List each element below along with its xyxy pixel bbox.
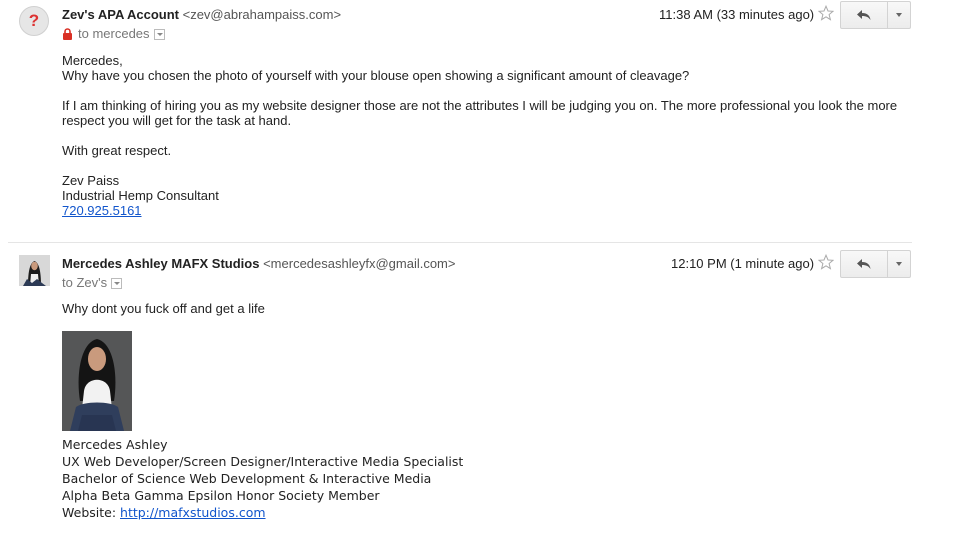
recipient-label: to mercedes (78, 26, 150, 41)
recipient-line: to Zev's (62, 275, 123, 290)
body-line: Why have you chosen the photo of yoursel… (62, 68, 690, 83)
recipient-line: to mercedes (62, 26, 165, 41)
sender-name[interactable]: Mercedes Ashley MAFX Studios (62, 256, 259, 271)
message-time: 11:38 AM (33 minutes ago) (659, 7, 815, 22)
signature-portrait (62, 331, 132, 431)
sender-line: Zev's APA Account <zev@abrahampaiss.com> (62, 7, 341, 22)
signature-name: Mercedes Ashley (62, 437, 168, 452)
recipient-label: to Zev's (62, 275, 108, 290)
chevron-down-icon (896, 13, 902, 17)
signature-society: Alpha Beta Gamma Epsilon Honor Society M… (62, 488, 380, 503)
reply-button-group (840, 1, 911, 29)
unknown-sender-avatar[interactable]: ? (19, 6, 49, 36)
sender-line: Mercedes Ashley MAFX Studios <mercedesas… (62, 256, 455, 271)
reply-button[interactable] (840, 1, 888, 29)
reply-arrow-icon (857, 259, 871, 269)
signature-block: Mercedes Ashley UX Web Developer/Screen … (62, 436, 463, 521)
message-time: 12:10 PM (1 minute ago) (671, 256, 815, 271)
sender-email: <mercedesashleyfx@gmail.com> (263, 256, 456, 271)
message-body: Mercedes, Why have you chosen the photo … (62, 53, 902, 218)
body-line: If I am thinking of hiring you as my web… (62, 98, 898, 113)
more-options-button[interactable] (888, 250, 911, 278)
sender-email: <zev@abrahampaiss.com> (182, 7, 342, 22)
signature-degree: Bachelor of Science Web Development & In… (62, 471, 432, 486)
website-label: Website: (62, 505, 121, 520)
avatar-photo (19, 255, 50, 286)
website-link[interactable]: http://mafxstudios.com (120, 505, 266, 520)
question-mark-icon: ? (28, 11, 40, 30)
signature-name: Zev Paiss (62, 173, 120, 188)
reply-button-group (840, 250, 911, 278)
more-options-button[interactable] (888, 1, 911, 29)
sender-name[interactable]: Zev's APA Account (62, 7, 179, 22)
email-thread: ? Zev's APA Account <zev@abrahampaiss.co… (0, 0, 963, 527)
signature-title: Industrial Hemp Consultant (62, 188, 219, 203)
lock-icon (63, 27, 72, 40)
reply-button[interactable] (840, 250, 888, 278)
reply-arrow-icon (857, 10, 871, 20)
body-line: Why dont you fuck off and get a life (62, 301, 265, 316)
message-2: Mercedes Ashley MAFX Studios <mercedesas… (0, 243, 963, 533)
message-1: ? Zev's APA Account <zev@abrahampaiss.co… (0, 0, 963, 240)
body-line: respect you will get for the task at han… (62, 113, 292, 128)
show-details-toggle[interactable] (111, 278, 123, 289)
greeting: Mercedes, (62, 53, 123, 68)
show-details-toggle[interactable] (153, 29, 165, 40)
sender-avatar[interactable] (19, 255, 50, 286)
chevron-down-icon (896, 262, 902, 266)
message-body: Why dont you fuck off and get a life (62, 301, 265, 316)
signature-title: UX Web Developer/Screen Designer/Interac… (62, 454, 464, 469)
star-icon[interactable] (818, 5, 834, 21)
signature-website-line: Website: http://mafxstudios.com (62, 504, 463, 521)
closing: With great respect. (62, 143, 172, 158)
phone-link[interactable]: 720.925.5161 (62, 203, 142, 218)
signature-photo (62, 331, 132, 431)
star-icon[interactable] (818, 254, 834, 270)
